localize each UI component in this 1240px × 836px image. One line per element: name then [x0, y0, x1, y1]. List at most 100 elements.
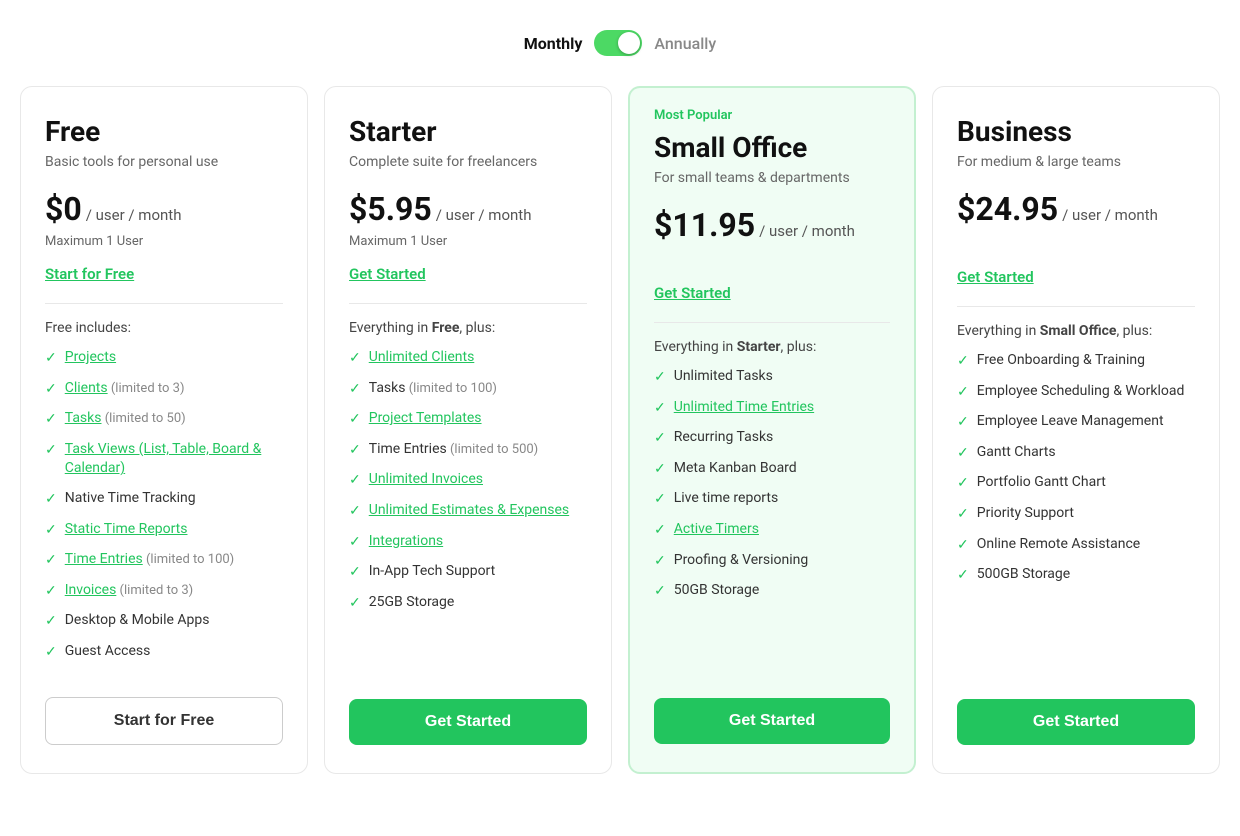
feature-text: Portfolio Gantt Chart — [977, 473, 1106, 493]
feature-item: ✓ Active Timers — [654, 520, 890, 541]
feature-item: ✓ Unlimited Invoices — [349, 470, 587, 491]
price-detail: / user / month — [759, 222, 855, 240]
feature-text: Meta Kanban Board — [674, 459, 797, 479]
check-icon: ✓ — [654, 460, 666, 480]
plan-price-business: $24.95 / user / month — [957, 190, 1195, 228]
cta-link-small_office[interactable]: Get Started — [654, 284, 890, 302]
plan-price-free: $0 / user / month — [45, 190, 283, 228]
plan-description-business: For medium & large teams — [957, 154, 1195, 170]
cta-button-free[interactable]: Start for Free — [45, 697, 283, 745]
plan-description-free: Basic tools for personal use — [45, 154, 283, 170]
plan-card-free: FreeBasic tools for personal use $0 / us… — [20, 86, 308, 774]
billing-toggle: Monthly Annually — [20, 20, 1220, 56]
feature-text: Unlimited Invoices — [369, 470, 483, 490]
cta-button-small_office[interactable]: Get Started — [654, 698, 890, 744]
check-icon: ✓ — [957, 352, 969, 372]
feature-item: ✓ Unlimited Time Entries — [654, 398, 890, 419]
plan-description-starter: Complete suite for freelancers — [349, 154, 587, 170]
feature-text: Live time reports — [674, 489, 778, 509]
most-popular-badge: Most Popular — [654, 108, 890, 123]
toggle-switch[interactable] — [594, 30, 642, 56]
feature-item: ✓ 500GB Storage — [957, 565, 1195, 586]
feature-note: (limited to 500) — [447, 442, 538, 457]
feature-item: ✓ Clients (limited to 3) — [45, 379, 283, 400]
feature-item: ✓ Tasks (limited to 50) — [45, 409, 283, 430]
includes-label: Everything in Starter, plus: — [654, 339, 890, 355]
plan-price-small_office: $11.95 / user / month — [654, 206, 890, 244]
feature-list-business: ✓ Free Onboarding & Training ✓ Employee … — [957, 351, 1195, 675]
divider — [957, 306, 1195, 307]
plan-card-starter: Starter Complete suite for freelancers $5… — [324, 86, 612, 774]
feature-item: ✓ Free Onboarding & Training — [957, 351, 1195, 372]
feature-text: Tasks (limited to 100) — [369, 379, 497, 399]
feature-item: ✓ Priority Support — [957, 504, 1195, 525]
check-icon: ✓ — [349, 349, 361, 369]
price-amount: $5.95 — [349, 190, 432, 228]
feature-list-starter: ✓ Unlimited Clients ✓ Tasks (limited to … — [349, 348, 587, 675]
cta-button-business[interactable]: Get Started — [957, 699, 1195, 745]
divider — [45, 303, 283, 304]
check-icon: ✓ — [45, 349, 57, 369]
feature-text: Unlimited Tasks — [674, 367, 773, 387]
check-icon: ✓ — [957, 566, 969, 586]
check-icon: ✓ — [349, 594, 361, 614]
feature-text: Recurring Tasks — [674, 428, 774, 448]
check-icon: ✓ — [349, 380, 361, 400]
feature-text: 500GB Storage — [977, 565, 1070, 585]
feature-item: ✓ Live time reports — [654, 489, 890, 510]
plan-name-starter: Starter — [349, 115, 587, 148]
check-icon: ✓ — [349, 441, 361, 461]
check-icon: ✓ — [45, 612, 57, 632]
feature-text: In-App Tech Support — [369, 562, 495, 582]
feature-item: ✓ Unlimited Estimates & Expenses — [349, 501, 587, 522]
feature-item: ✓ Online Remote Assistance — [957, 535, 1195, 556]
feature-note: (limited to 100) — [143, 552, 234, 567]
feature-item: ✓ 50GB Storage — [654, 581, 890, 602]
feature-item: ✓ 25GB Storage — [349, 593, 587, 614]
check-icon: ✓ — [45, 582, 57, 602]
price-note: Maximum 1 User — [45, 234, 283, 249]
includes-label: Everything in Free, plus: — [349, 320, 587, 336]
feature-text: Clients (limited to 3) — [65, 379, 185, 399]
includes-label: Everything in Small Office, plus: — [957, 323, 1195, 339]
check-icon: ✓ — [45, 643, 57, 663]
feature-text: Static Time Reports — [65, 520, 188, 540]
cta-button-starter[interactable]: Get Started — [349, 699, 587, 745]
plan-description-small_office: For small teams & departments — [654, 170, 890, 186]
feature-item: ✓ Employee Scheduling & Workload — [957, 382, 1195, 403]
feature-item: ✓ Meta Kanban Board — [654, 459, 890, 480]
feature-item: ✓ Proofing & Versioning — [654, 551, 890, 572]
feature-item: ✓ Integrations — [349, 532, 587, 553]
feature-text: Project Templates — [369, 409, 482, 429]
feature-item: ✓ Tasks (limited to 100) — [349, 379, 587, 400]
check-icon: ✓ — [654, 582, 666, 602]
feature-text: Invoices (limited to 3) — [65, 581, 193, 601]
price-amount: $24.95 — [957, 190, 1058, 228]
feature-text: Time Entries (limited to 100) — [65, 550, 234, 570]
price-detail: / user / month — [436, 206, 532, 224]
cta-link-free[interactable]: Start for Free — [45, 265, 283, 283]
feature-item: ✓ Employee Leave Management — [957, 412, 1195, 433]
plan-card-small_office: Most PopularSmall OfficeFor small teams … — [628, 86, 916, 774]
feature-note: (limited to 3) — [108, 381, 185, 396]
feature-text: Gantt Charts — [977, 443, 1056, 463]
check-icon: ✓ — [957, 536, 969, 556]
check-icon: ✓ — [957, 413, 969, 433]
check-icon: ✓ — [349, 502, 361, 522]
feature-item: ✓ Recurring Tasks — [654, 428, 890, 449]
cta-link-business[interactable]: Get Started — [957, 268, 1195, 286]
check-icon: ✓ — [654, 368, 666, 388]
feature-item: ✓ Project Templates — [349, 409, 587, 430]
check-icon: ✓ — [349, 563, 361, 583]
feature-text: Unlimited Time Entries — [674, 398, 814, 418]
annually-label: Annually — [654, 34, 716, 53]
price-detail: / user / month — [1062, 206, 1158, 224]
cta-link-starter[interactable]: Get Started — [349, 265, 587, 283]
feature-list-small_office: ✓ Unlimited Tasks ✓ Unlimited Time Entri… — [654, 367, 890, 674]
check-icon: ✓ — [45, 521, 57, 541]
feature-item: ✓ Native Time Tracking — [45, 489, 283, 510]
price-detail: / user / month — [86, 206, 182, 224]
check-icon: ✓ — [45, 380, 57, 400]
check-icon: ✓ — [957, 444, 969, 464]
feature-text: Unlimited Clients — [369, 348, 475, 368]
